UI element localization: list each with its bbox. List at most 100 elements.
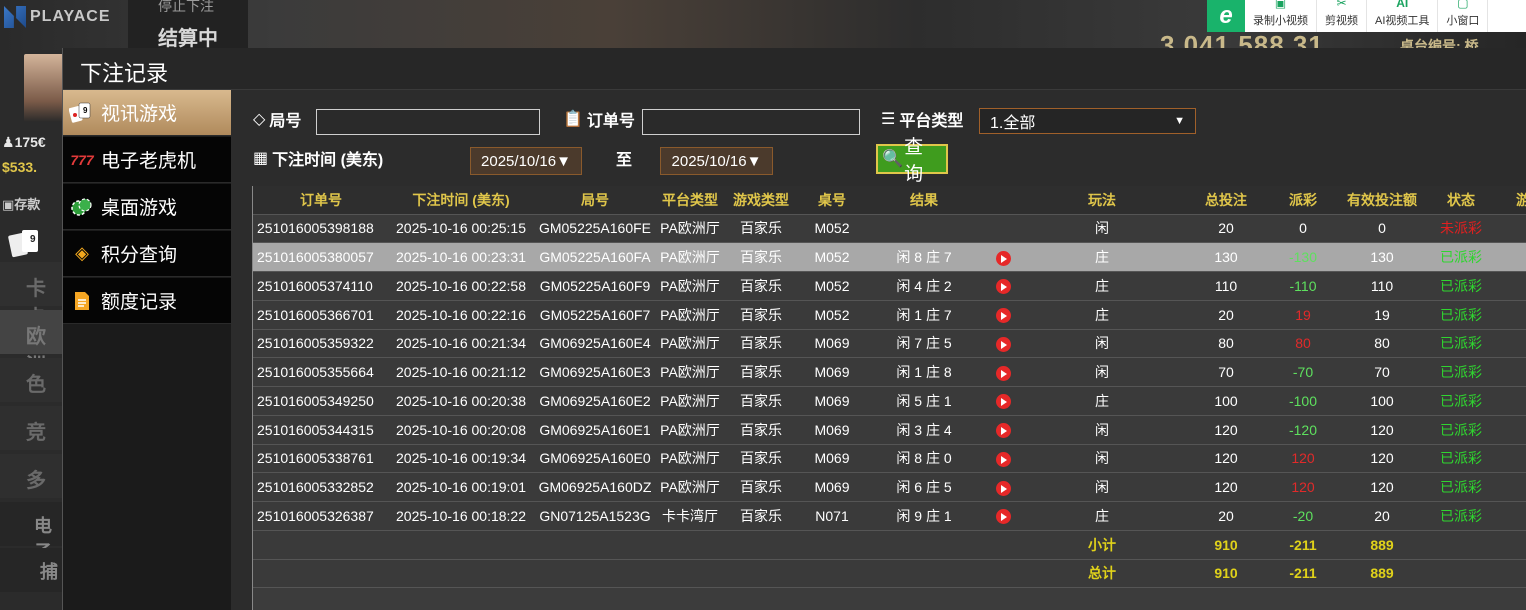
cell-replay[interactable] xyxy=(983,357,1023,387)
date-from-picker[interactable]: 2025/10/16▼ xyxy=(470,147,582,175)
cell-total-bet: 20 xyxy=(1181,501,1271,531)
cell-total-bet: 120 xyxy=(1181,444,1271,474)
platform-type-select[interactable]: 1.全部 ▼ xyxy=(979,108,1196,134)
table-row[interactable]: 251016005380057 2025-10-16 00:23:31 GM0522… xyxy=(253,242,1526,272)
cell-bet-time: 2025-10-16 00:21:34 xyxy=(389,329,533,359)
cell-bet-option: 闲 xyxy=(1023,444,1181,474)
side-tab-fishing[interactable]: 捕 xyxy=(0,548,62,592)
side-tab-europe[interactable]: 欧洲 xyxy=(0,310,62,377)
menu-item-table-games[interactable]: 桌面游戏 xyxy=(63,184,231,230)
cell-replay[interactable] xyxy=(983,300,1023,330)
side-tab-color[interactable]: 色 xyxy=(0,358,62,402)
query-button[interactable]: 🔍 查询 xyxy=(876,137,948,185)
ai-video-tool-button[interactable]: AI AI视频工具 xyxy=(1367,0,1439,32)
col-game-truncated[interactable]: 游 xyxy=(1493,186,1526,215)
table-row[interactable]: 251016005374110 2025-10-16 00:22:58 GM0522… xyxy=(253,271,1526,301)
col-platform-type[interactable]: 平台类型 xyxy=(657,186,723,215)
col-order-number[interactable]: 订单号 xyxy=(253,186,389,215)
cell-replay[interactable] xyxy=(983,415,1023,445)
cell-game-truncated xyxy=(1493,472,1526,502)
total-label: 总计 xyxy=(1023,559,1181,589)
side-tab-electronic[interactable]: 电子 xyxy=(0,502,62,562)
col-result[interactable]: 结果 xyxy=(865,186,983,215)
cut-video-button[interactable]: ✂ 剪视频 xyxy=(1317,0,1367,32)
cell-result: 闲 3 庄 4 xyxy=(865,415,983,445)
cell-replay[interactable] xyxy=(983,242,1023,272)
side-tab-multi[interactable]: 多 xyxy=(0,454,62,498)
cell-replay[interactable] xyxy=(983,472,1023,502)
menu-item-live-games[interactable]: 9 视讯游戏 xyxy=(63,90,231,136)
play-replay-icon[interactable] xyxy=(995,423,1011,439)
mini-window-button[interactable]: ▢ 小窗口 xyxy=(1438,0,1489,32)
play-replay-icon[interactable] xyxy=(995,250,1011,266)
col-payout[interactable]: 派彩 xyxy=(1271,186,1335,215)
play-replay-icon[interactable] xyxy=(995,509,1011,525)
col-status[interactable]: 状态 xyxy=(1429,186,1493,215)
date-to-picker[interactable]: 2025/10/16▼ xyxy=(660,147,773,175)
cell-replay[interactable] xyxy=(983,271,1023,301)
col-bet-option[interactable]: 玩法 xyxy=(1023,186,1181,215)
browser-logo-icon[interactable]: e xyxy=(1207,0,1245,32)
cell-table-number: M069 xyxy=(799,415,865,445)
record-video-button[interactable]: ▣ 录制小视频 xyxy=(1245,0,1317,32)
play-replay-icon[interactable] xyxy=(995,308,1011,324)
table-row[interactable]: 251016005349250 2025-10-16 00:20:38 GM0692… xyxy=(253,386,1526,416)
tag-icon: ◇ xyxy=(253,111,266,128)
avatar[interactable] xyxy=(24,54,64,122)
table-row[interactable]: 251016005338761 2025-10-16 00:19:34 GM0692… xyxy=(253,444,1526,474)
cell-bet-time: 2025-10-16 00:22:16 xyxy=(389,300,533,330)
col-total-bet[interactable]: 总投注 xyxy=(1181,186,1271,215)
play-replay-icon[interactable] xyxy=(995,279,1011,295)
play-replay-icon[interactable] xyxy=(995,336,1011,352)
cell-order-number: 251016005374110 xyxy=(253,271,389,301)
cell-result: 闲 8 庄 7 xyxy=(865,242,983,272)
cell-replay[interactable] xyxy=(983,214,1023,244)
table-row[interactable]: 251016005344315 2025-10-16 00:20:08 GM0692… xyxy=(253,415,1526,445)
cell-replay[interactable] xyxy=(983,501,1023,531)
total-row: 总计 910 -211 889 xyxy=(253,559,1526,589)
order-number-input[interactable] xyxy=(642,109,860,135)
cell-valid-bet: 19 xyxy=(1335,300,1429,330)
cell-game-truncated xyxy=(1493,242,1526,272)
table-row[interactable]: 251016005398188 2025-10-16 00:25:15 GM0522… xyxy=(253,214,1526,244)
play-replay-icon[interactable] xyxy=(995,480,1011,496)
cell-replay[interactable] xyxy=(983,444,1023,474)
col-game-type[interactable]: 游戏类型 xyxy=(723,186,799,215)
table-row[interactable]: 251016005359322 2025-10-16 00:21:34 GM0692… xyxy=(253,329,1526,359)
records-table: 订单号 下注时间 (美东) 局号 平台类型 游戏类型 桌号 结果 玩法 总投注 … xyxy=(253,186,1526,589)
side-tab-kaka[interactable]: 卡卡 xyxy=(0,262,62,329)
table-row[interactable]: 251016005332852 2025-10-16 00:19:01 GM0692… xyxy=(253,472,1526,502)
menu-item-slot-machines[interactable]: 777 电子老虎机 xyxy=(63,137,231,183)
deposit-button[interactable]: ▣存款 xyxy=(2,194,40,213)
cell-table-number: M052 xyxy=(799,242,865,272)
cell-platform-type: 卡卡湾厅 xyxy=(657,501,723,531)
cell-replay[interactable] xyxy=(983,329,1023,359)
col-bet-time[interactable]: 下注时间 (美东) xyxy=(389,186,533,215)
cell-payout: -70 xyxy=(1271,357,1335,387)
menu-item-credit-records[interactable]: 额度记录 xyxy=(63,278,231,324)
table-row[interactable]: 251016005355664 2025-10-16 00:21:12 GM0692… xyxy=(253,357,1526,387)
cell-table-number: M052 xyxy=(799,214,865,244)
table-row[interactable]: 251016005326387 2025-10-16 00:18:22 GN0712… xyxy=(253,501,1526,531)
cell-bet-option: 庄 xyxy=(1023,242,1181,272)
play-replay-icon[interactable] xyxy=(995,451,1011,467)
round-number-input[interactable] xyxy=(316,109,540,135)
cell-payout: -120 xyxy=(1271,415,1335,445)
col-table-number[interactable]: 桌号 xyxy=(799,186,865,215)
col-round-number[interactable]: 局号 xyxy=(533,186,657,215)
cell-status: 已派彩 xyxy=(1429,444,1493,474)
cell-valid-bet: 120 xyxy=(1335,444,1429,474)
side-tab-compete[interactable]: 竞 xyxy=(0,406,62,450)
cell-replay[interactable] xyxy=(983,386,1023,416)
cell-platform-type: PA欧洲厅 xyxy=(657,329,723,359)
menu-item-points-query[interactable]: ◈ 积分查询 xyxy=(63,231,231,277)
col-valid-bet[interactable]: 有效投注额 xyxy=(1335,186,1429,215)
table-row[interactable]: 251016005366701 2025-10-16 00:22:16 GM0522… xyxy=(253,300,1526,330)
play-replay-icon[interactable] xyxy=(995,365,1011,381)
menu-item-label: 电子老虎机 xyxy=(101,151,197,172)
cell-result: 闲 4 庄 2 xyxy=(865,271,983,301)
cell-game-type: 百家乐 xyxy=(723,300,799,330)
play-replay-icon[interactable] xyxy=(995,394,1011,410)
cell-payout: -100 xyxy=(1271,386,1335,416)
cell-game-type: 百家乐 xyxy=(723,329,799,359)
